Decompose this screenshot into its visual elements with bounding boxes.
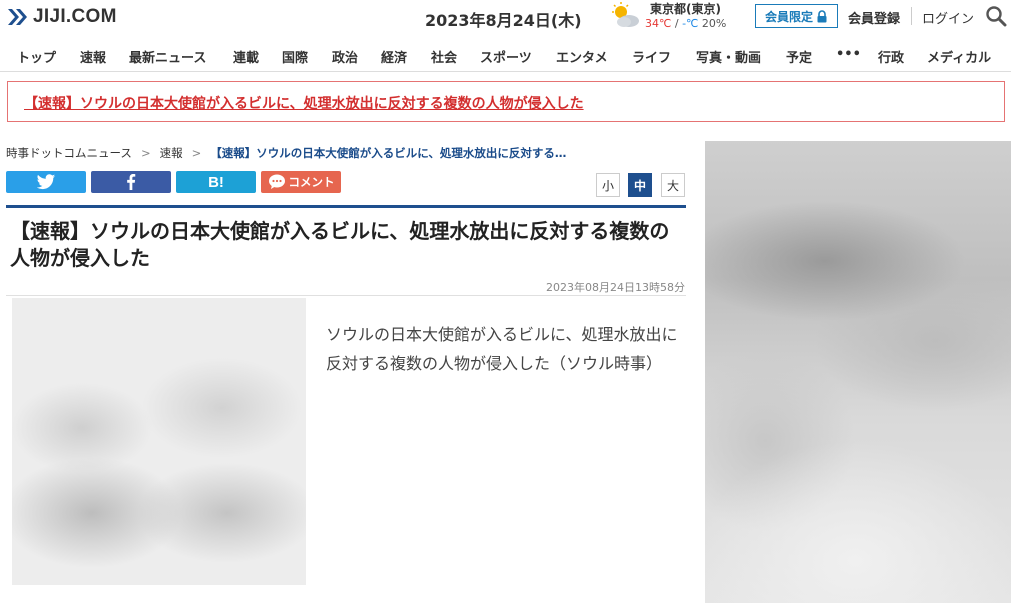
header-divider xyxy=(911,7,912,25)
blurred-image xyxy=(12,298,306,585)
comment-button[interactable]: コメント xyxy=(261,171,341,193)
font-size-large-button[interactable]: 大 xyxy=(661,173,685,197)
members-only-button[interactable]: 会員限定 xyxy=(755,4,838,28)
main-nav: トップ 速報 最新ニュース 連載 国際 政治 経済 社会 スポーツ エンタメ ラ… xyxy=(0,37,1011,72)
article-headline: 【速報】ソウルの日本大使館が入るビルに、処理水放出に反対する複数の人物が侵入した xyxy=(10,219,670,270)
nav-item-medical[interactable]: メディカル xyxy=(927,47,991,66)
font-size-medium-button[interactable]: 中 xyxy=(628,173,652,197)
breadcrumb-breaking[interactable]: 速報 xyxy=(160,146,183,160)
facebook-f-icon xyxy=(127,174,136,190)
nav-item-society[interactable]: 社会 xyxy=(431,47,457,66)
article-body: ソウルの日本大使館が入るビルに、処理水放出に反対する複数の人物が侵入した（ソウル… xyxy=(326,325,678,373)
weather-city: 東京都(東京) xyxy=(650,2,721,16)
breadcrumb-separator: > xyxy=(191,146,202,160)
logo-text: JIJI.COM xyxy=(33,6,117,27)
breadcrumb: 時事ドットコムニュース > 速報 > 【速報】ソウルの日本大使館が入るビルに、処理水放出… xyxy=(6,145,566,161)
nav-item-schedule[interactable]: 予定 xyxy=(786,47,812,66)
nav-item-latest[interactable]: 最新ニュース xyxy=(129,47,206,66)
temp-separator: / xyxy=(671,17,683,30)
breadcrumb-home[interactable]: 時事ドットコムニュース xyxy=(6,146,132,160)
nav-item-breaking[interactable]: 速報 xyxy=(80,47,106,66)
temp-low: -℃ xyxy=(682,17,699,30)
facebook-share-button[interactable] xyxy=(91,171,171,193)
temp-high: 34℃ xyxy=(645,17,672,30)
twitter-bird-icon xyxy=(36,173,56,189)
lock-icon xyxy=(817,9,827,22)
headline-top-rule xyxy=(6,205,686,208)
nav-item-administration[interactable]: 行政 xyxy=(878,47,904,66)
members-only-label: 会員限定 xyxy=(764,9,813,24)
precipitation: 20% xyxy=(698,17,727,30)
site-header: JIJI.COM 2023年8月24日(木) 東京都(東京) 34℃ / -℃ … xyxy=(0,0,1011,36)
breaking-news-banner: 【速報】ソウルの日本大使館が入るビルに、処理水放出に反対する複数の人物が侵入した xyxy=(7,81,1005,122)
nav-more-button[interactable]: ••• xyxy=(836,47,861,62)
login-link[interactable]: ログイン xyxy=(922,8,974,27)
nav-item-politics[interactable]: 政治 xyxy=(332,47,358,66)
breadcrumb-current: 【速報】ソウルの日本大使館が入るビルに、処理水放出に反対する… xyxy=(210,146,567,160)
nav-item-sports[interactable]: スポーツ xyxy=(480,47,532,66)
weather-temperature: 34℃ / -℃ 20% xyxy=(645,17,726,30)
jiji-logo-icon xyxy=(8,9,27,25)
twitter-share-button[interactable] xyxy=(6,171,86,193)
nav-item-entertainment[interactable]: エンタメ xyxy=(556,47,608,66)
blurred-ad-image xyxy=(705,141,1011,603)
breadcrumb-separator: > xyxy=(140,146,151,160)
sidebar-advertisement[interactable] xyxy=(705,141,1011,603)
nav-item-top[interactable]: トップ xyxy=(17,47,56,66)
comment-label: コメント xyxy=(288,175,335,189)
current-date: 2023年8月24日(木) xyxy=(425,11,582,30)
hatena-bookmark-button[interactable]: B! xyxy=(176,171,256,193)
register-link[interactable]: 会員登録 xyxy=(848,8,900,27)
nav-item-international[interactable]: 国際 xyxy=(282,47,308,66)
nav-item-economy[interactable]: 経済 xyxy=(381,47,407,66)
search-icon[interactable] xyxy=(985,5,1007,27)
nav-item-photo-video[interactable]: 写真・動画 xyxy=(696,47,761,66)
published-datetime: 2023年08月24日13時58分 xyxy=(546,281,685,294)
speech-bubble-icon xyxy=(268,174,285,189)
font-size-small-button[interactable]: 小 xyxy=(596,173,620,197)
article-photo[interactable] xyxy=(12,298,306,585)
site-logo[interactable]: JIJI.COM xyxy=(6,5,117,29)
breaking-news-link[interactable]: 【速報】ソウルの日本大使館が入るビルに、処理水放出に反対する複数の人物が侵入した xyxy=(24,93,584,113)
nav-item-life[interactable]: ライフ xyxy=(632,47,671,66)
headline-bottom-rule xyxy=(6,295,686,296)
nav-item-series[interactable]: 連載 xyxy=(233,47,259,66)
partly-cloudy-icon xyxy=(612,2,639,27)
